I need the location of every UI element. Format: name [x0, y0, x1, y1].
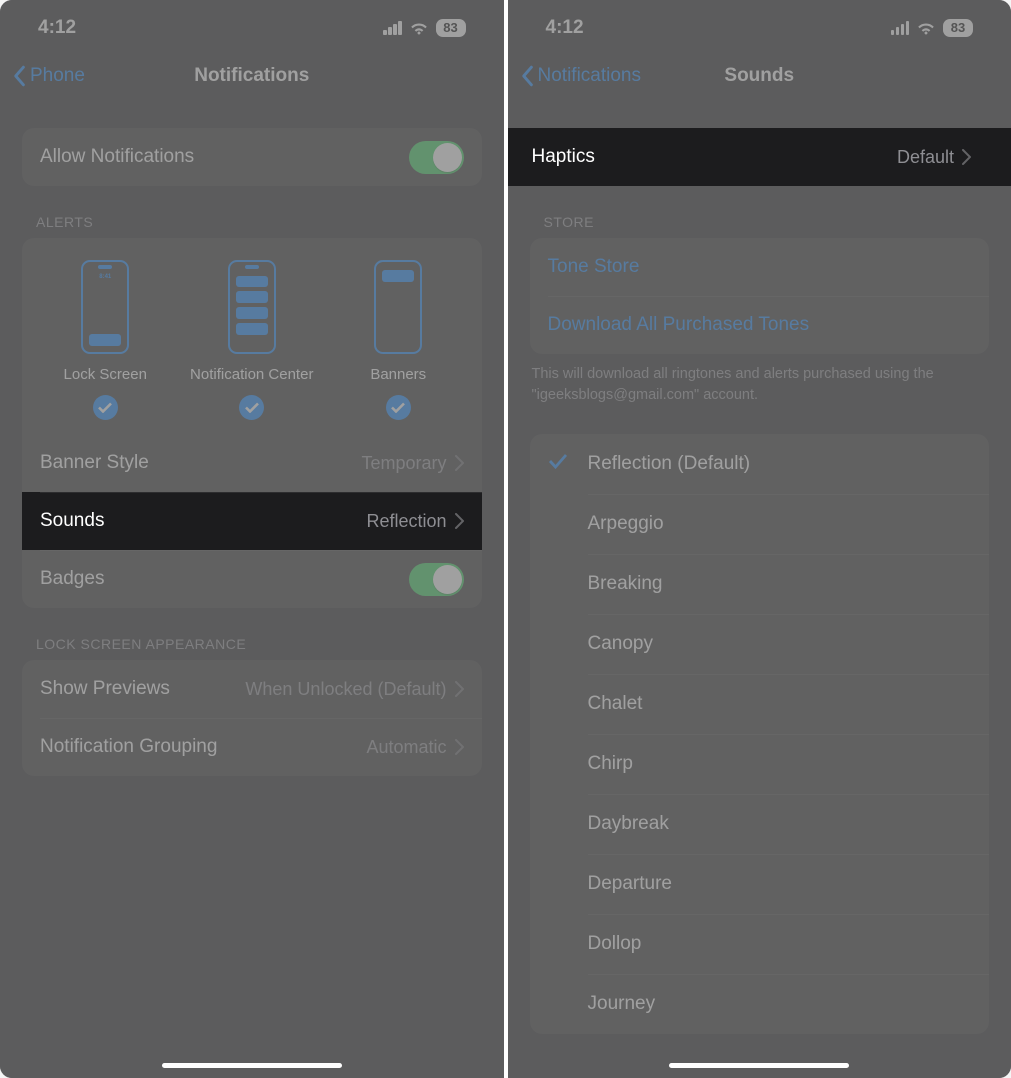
check-icon — [548, 453, 568, 475]
alerts-header: ALERTS — [0, 186, 504, 238]
haptics-value: Default — [897, 147, 954, 168]
tone-row[interactable]: Chirp — [530, 734, 990, 794]
badges-row[interactable]: Badges — [22, 550, 482, 608]
nav-bar: Notifications Sounds — [508, 50, 1011, 102]
check-icon — [386, 395, 411, 420]
status-time: 4:12 — [546, 17, 584, 39]
notification-grouping-row[interactable]: Notification Grouping Automatic — [22, 718, 482, 776]
alert-option-lock-screen[interactable]: 8:41 Lock Screen — [32, 260, 179, 420]
download-all-row[interactable]: Download All Purchased Tones — [530, 296, 990, 354]
tone-label: Chalet — [588, 693, 643, 715]
tone-label: Dollop — [588, 933, 642, 955]
back-label: Notifications — [538, 65, 642, 87]
haptics-row[interactable]: Haptics Default — [508, 128, 1011, 186]
battery-icon: 83 — [943, 19, 973, 37]
tone-label: Arpeggio — [588, 513, 664, 535]
back-label: Phone — [30, 65, 85, 87]
badges-toggle[interactable] — [409, 563, 464, 596]
alert-option-notification-center[interactable]: Notification Center — [179, 260, 326, 420]
tone-row[interactable]: Arpeggio — [530, 494, 990, 554]
allow-notifications-row[interactable]: Allow Notifications — [22, 128, 482, 186]
tone-row[interactable]: Reflection (Default) — [530, 434, 990, 494]
chevron-right-icon — [962, 149, 971, 165]
status-bar: 4:12 83 — [508, 0, 1011, 50]
alert-option-banners[interactable]: Banners — [325, 260, 472, 420]
tone-row[interactable]: Daybreak — [530, 794, 990, 854]
show-previews-label: Show Previews — [40, 678, 233, 700]
tone-label: Departure — [588, 873, 673, 895]
tone-label: Chirp — [588, 753, 633, 775]
status-time: 4:12 — [38, 17, 76, 39]
store-header: STORE — [508, 186, 1011, 238]
home-indicator[interactable] — [162, 1063, 342, 1068]
haptics-label: Haptics — [532, 146, 885, 168]
tone-row[interactable]: Chalet — [530, 674, 990, 734]
allow-notifications-toggle[interactable] — [409, 141, 464, 174]
lock-screen-icon: 8:41 — [81, 260, 129, 354]
alert-option-label: Lock Screen — [64, 366, 147, 383]
wifi-icon — [916, 21, 936, 36]
sounds-value: Reflection — [366, 511, 446, 532]
banners-icon — [374, 260, 422, 354]
show-previews-value: When Unlocked (Default) — [245, 679, 446, 700]
download-all-label: Download All Purchased Tones — [548, 314, 972, 336]
banner-style-value: Temporary — [361, 453, 446, 474]
sounds-label: Sounds — [40, 510, 354, 532]
banner-style-label: Banner Style — [40, 452, 349, 474]
tone-label: Journey — [588, 993, 656, 1015]
check-icon — [93, 395, 118, 420]
chevron-right-icon — [455, 513, 464, 529]
tone-row[interactable]: Breaking — [530, 554, 990, 614]
banner-style-row[interactable]: Banner Style Temporary — [22, 434, 482, 492]
tone-row[interactable]: Departure — [530, 854, 990, 914]
tone-row[interactable]: Journey — [530, 974, 990, 1034]
sounds-row[interactable]: Sounds Reflection — [22, 492, 482, 550]
alert-option-label: Banners — [370, 366, 426, 383]
tone-store-row[interactable]: Tone Store — [530, 238, 990, 296]
tone-store-label: Tone Store — [548, 256, 972, 278]
chevron-right-icon — [455, 455, 464, 471]
back-button[interactable]: Notifications — [520, 65, 642, 87]
show-previews-row[interactable]: Show Previews When Unlocked (Default) — [22, 660, 482, 718]
chevron-right-icon — [455, 739, 464, 755]
tone-label: Daybreak — [588, 813, 669, 835]
battery-icon: 83 — [436, 19, 466, 37]
store-footer: This will download all ringtones and ale… — [508, 354, 1011, 406]
badges-label: Badges — [40, 568, 397, 590]
tone-row[interactable]: Canopy — [530, 614, 990, 674]
home-indicator[interactable] — [669, 1063, 849, 1068]
check-icon — [239, 395, 264, 420]
cellular-icon — [891, 21, 910, 35]
back-button[interactable]: Phone — [12, 65, 85, 87]
notification-grouping-value: Automatic — [366, 737, 446, 758]
wifi-icon — [409, 21, 429, 36]
nav-bar: Phone Notifications — [0, 50, 504, 102]
lock-appearance-header: LOCK SCREEN APPEARANCE — [0, 608, 504, 660]
allow-notifications-label: Allow Notifications — [40, 146, 397, 168]
page-title: Notifications — [16, 65, 488, 87]
alerts-options: 8:41 Lock Screen Notification Center — [22, 238, 482, 434]
alert-option-label: Notification Center — [190, 366, 313, 383]
cellular-icon — [383, 21, 402, 35]
notification-grouping-label: Notification Grouping — [40, 736, 354, 758]
tone-label: Breaking — [588, 573, 663, 595]
tone-label: Reflection (Default) — [588, 453, 751, 475]
notification-center-icon — [228, 260, 276, 354]
chevron-right-icon — [455, 681, 464, 697]
status-bar: 4:12 83 — [0, 0, 504, 50]
tone-label: Canopy — [588, 633, 654, 655]
tone-row[interactable]: Dollop — [530, 914, 990, 974]
